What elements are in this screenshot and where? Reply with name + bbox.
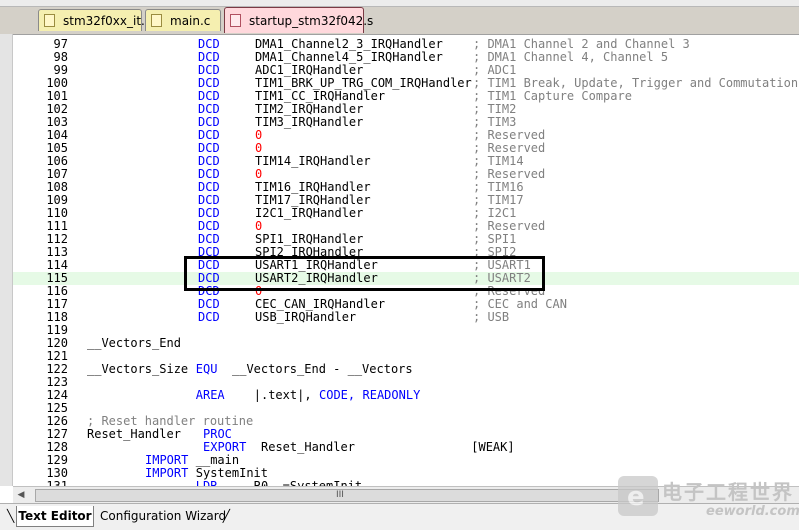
watermark: e 电子工程世界 eeworld.com.cn bbox=[618, 472, 799, 526]
dcd-directive: DCD bbox=[198, 310, 220, 324]
code-line: 120 __Vectors_End bbox=[13, 337, 799, 350]
code-token: IMPORT bbox=[145, 466, 189, 480]
code-token: |.text|, bbox=[253, 388, 312, 402]
code-token: __Vectors_End bbox=[87, 336, 181, 350]
tab-startup-stm32f042-s[interactable]: startup_stm32f042.s bbox=[224, 7, 373, 33]
tab-label: startup_stm32f042.s bbox=[249, 14, 374, 28]
tab-text-editor[interactable]: ╲ Text Editor bbox=[7, 506, 94, 527]
c-file-icon bbox=[151, 14, 162, 27]
code-token: __Vectors_Size bbox=[87, 362, 189, 376]
code-token: [WEAK] bbox=[471, 440, 515, 454]
code-token: Reset_Handler bbox=[87, 427, 181, 441]
watermark-chinese: 电子工程世界 bbox=[662, 480, 794, 504]
tab-label: stm32f0xx_it.c bbox=[63, 14, 152, 28]
code-token: EQU bbox=[195, 362, 218, 376]
c-file-icon bbox=[44, 14, 55, 27]
code-line: 100 DCD TIM1_BRK_UP_TRG_COM_IRQHandler; TI… bbox=[13, 77, 799, 90]
code-line: 108 DCD TIM16_IRQHandler; TIM16 bbox=[13, 181, 799, 194]
code-token: READONLY bbox=[362, 388, 421, 402]
scroll-left-arrow-icon[interactable]: ◀ bbox=[15, 490, 27, 501]
tab-main-c[interactable]: main.c bbox=[145, 9, 221, 31]
code-line: 106 DCD TIM14_IRQHandler; TIM14 bbox=[13, 155, 799, 168]
eeworld-logo-icon: e bbox=[618, 476, 658, 516]
code-line: 105 DCD 0; Reserved bbox=[13, 142, 799, 155]
editor-gutter bbox=[0, 34, 13, 486]
tab-label: main.c bbox=[170, 14, 211, 28]
tab-label: Text Editor bbox=[18, 509, 92, 523]
asm-file-icon bbox=[230, 14, 241, 27]
code-token: CODE, bbox=[319, 388, 356, 402]
line-comment: ; USB bbox=[473, 310, 510, 324]
scrollbar-thumb[interactable]: III bbox=[35, 489, 659, 502]
code-token: Reset_Handler bbox=[261, 440, 355, 454]
code-line: 127 Reset_Handler PROC bbox=[13, 428, 799, 441]
irq-handler-name: TIM14_IRQHandler bbox=[255, 154, 371, 168]
code-line: 104 DCD 0; Reserved bbox=[13, 129, 799, 142]
code-line: 102 DCD TIM2_IRQHandler; TIM2 bbox=[13, 103, 799, 116]
code-line: 109 DCD TIM17_IRQHandler; TIM17 bbox=[13, 194, 799, 207]
irq-handler-name: I2C1_IRQHandler bbox=[255, 206, 364, 220]
file-tab-bar: stm32f0xx_it.c main.c startup_stm32f042.… bbox=[0, 0, 799, 35]
code-line: 103 DCD TIM3_IRQHandler; TIM3 bbox=[13, 116, 799, 129]
code-line: 110 DCD I2C1_IRQHandler; I2C1 bbox=[13, 207, 799, 220]
tab-edge: ╲ bbox=[7, 509, 15, 523]
code-line: 122 __Vectors_Size EQU __Vectors_End - __Ve… bbox=[13, 363, 799, 376]
code-line: 98 DCD DMA1_Channel4_5_IRQHandler; DMA1 Ch… bbox=[13, 51, 799, 64]
code-line: 101 DCD TIM1_CC_IRQHandler; TIM1 Capture C… bbox=[13, 90, 799, 103]
irq-handler-name: USB_IRQHandler bbox=[255, 310, 357, 324]
tab-edge: ╱ bbox=[222, 509, 230, 523]
code-line: 128 EXPORT Reset_Handler [WEAK] bbox=[13, 441, 799, 454]
code-line: 112 DCD SPI1_IRQHandler; SPI1 bbox=[13, 233, 799, 246]
code-line: 111 DCD 0; Reserved bbox=[13, 220, 799, 233]
tab-label: Configuration Wizard bbox=[100, 509, 227, 523]
code-line: 124 AREA |.text|, CODE, READONLY bbox=[13, 389, 799, 402]
code-line: 118 DCD USB_IRQHandler; USB bbox=[13, 311, 799, 324]
code-line: 117 DCD CEC_CAN_IRQHandler; CEC and CAN bbox=[13, 298, 799, 311]
irq-handler-name: TIM3_IRQHandler bbox=[255, 115, 364, 129]
watermark-english: eeworld.com.cn bbox=[706, 504, 799, 519]
tab-stm32f0xx-it-c[interactable]: stm32f0xx_it.c bbox=[38, 9, 151, 31]
code-token: AREA bbox=[195, 388, 225, 402]
code-token: __Vectors_End - __Vectors bbox=[232, 362, 413, 376]
code-line: 107 DCD 0; Reserved bbox=[13, 168, 799, 181]
tab-configuration-wizard[interactable]: Configuration Wizard ╱ bbox=[100, 506, 230, 526]
toolbar-strip bbox=[0, 0, 799, 7]
scrollbar-grip-icon: III bbox=[336, 490, 344, 500]
code-line: 129 IMPORT __main bbox=[13, 454, 799, 467]
highlight-box bbox=[184, 256, 545, 291]
